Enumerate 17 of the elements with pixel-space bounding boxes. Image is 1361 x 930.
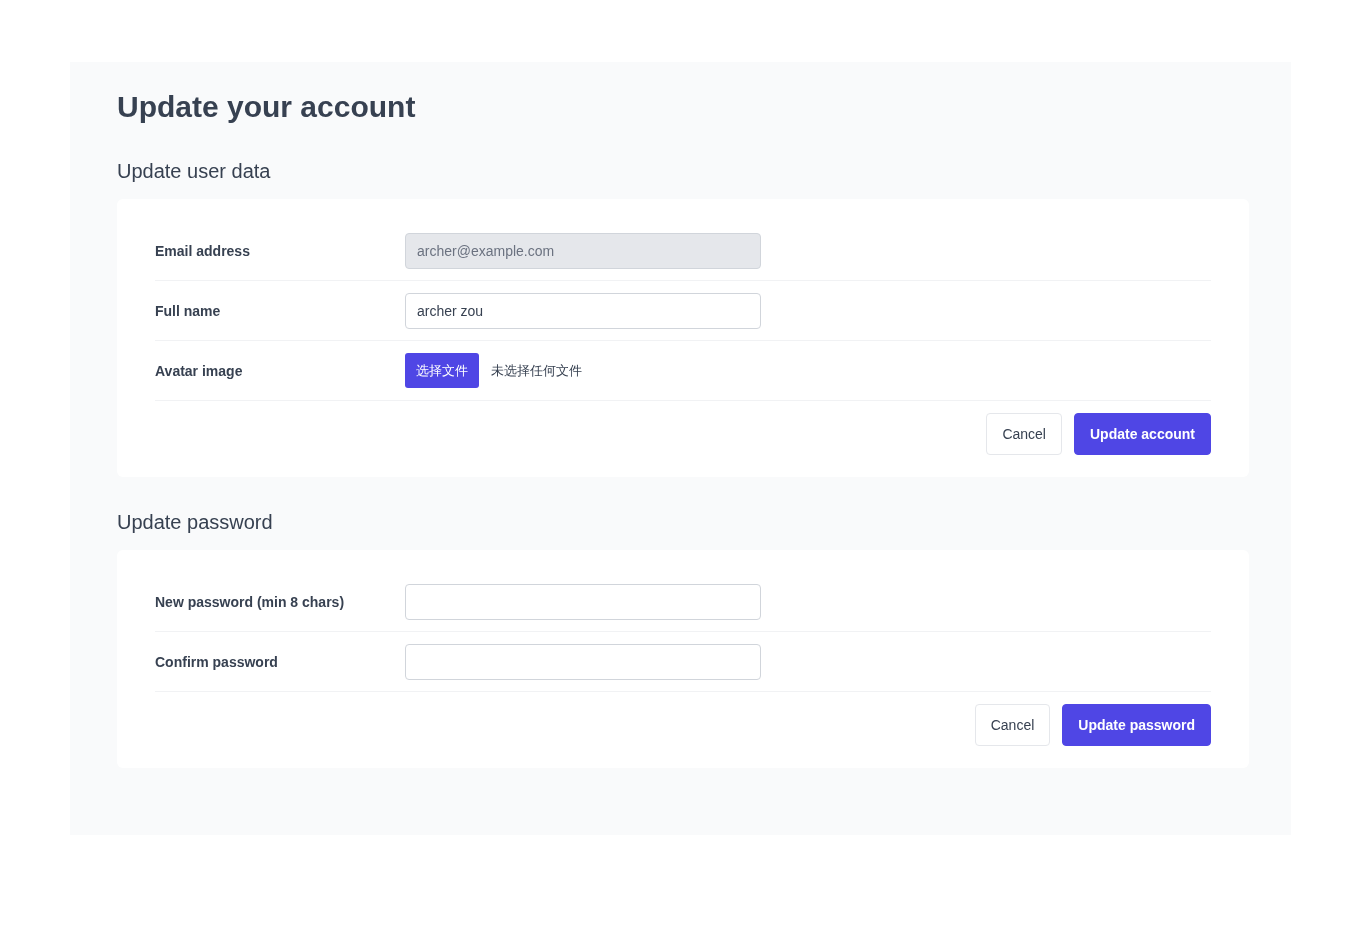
file-status: 未选择任何文件 bbox=[491, 361, 582, 380]
input-field[interactable] bbox=[405, 643, 761, 680]
choose-file-button[interactable]: 选择文件 bbox=[405, 353, 479, 388]
field-label: Email address bbox=[155, 242, 251, 259]
field-label: Full name bbox=[155, 302, 222, 319]
page-title: Update your account bbox=[117, 90, 417, 124]
cancel-button[interactable]: Cancel bbox=[986, 413, 1062, 455]
submit-button[interactable]: Update account bbox=[1074, 413, 1211, 455]
cancel-button[interactable]: Cancel bbox=[974, 704, 1051, 746]
submit-button[interactable]: Update password bbox=[1062, 704, 1211, 746]
field-label: Confirm password bbox=[155, 653, 279, 670]
field-label: Avatar image bbox=[155, 362, 244, 379]
input-field[interactable]: archer zou bbox=[405, 292, 761, 329]
input-field[interactable] bbox=[405, 583, 761, 620]
section-heading: Update user data bbox=[117, 160, 272, 183]
field-label: New password (min 8 chars) bbox=[155, 593, 346, 610]
section-heading: Update password bbox=[117, 511, 274, 534]
